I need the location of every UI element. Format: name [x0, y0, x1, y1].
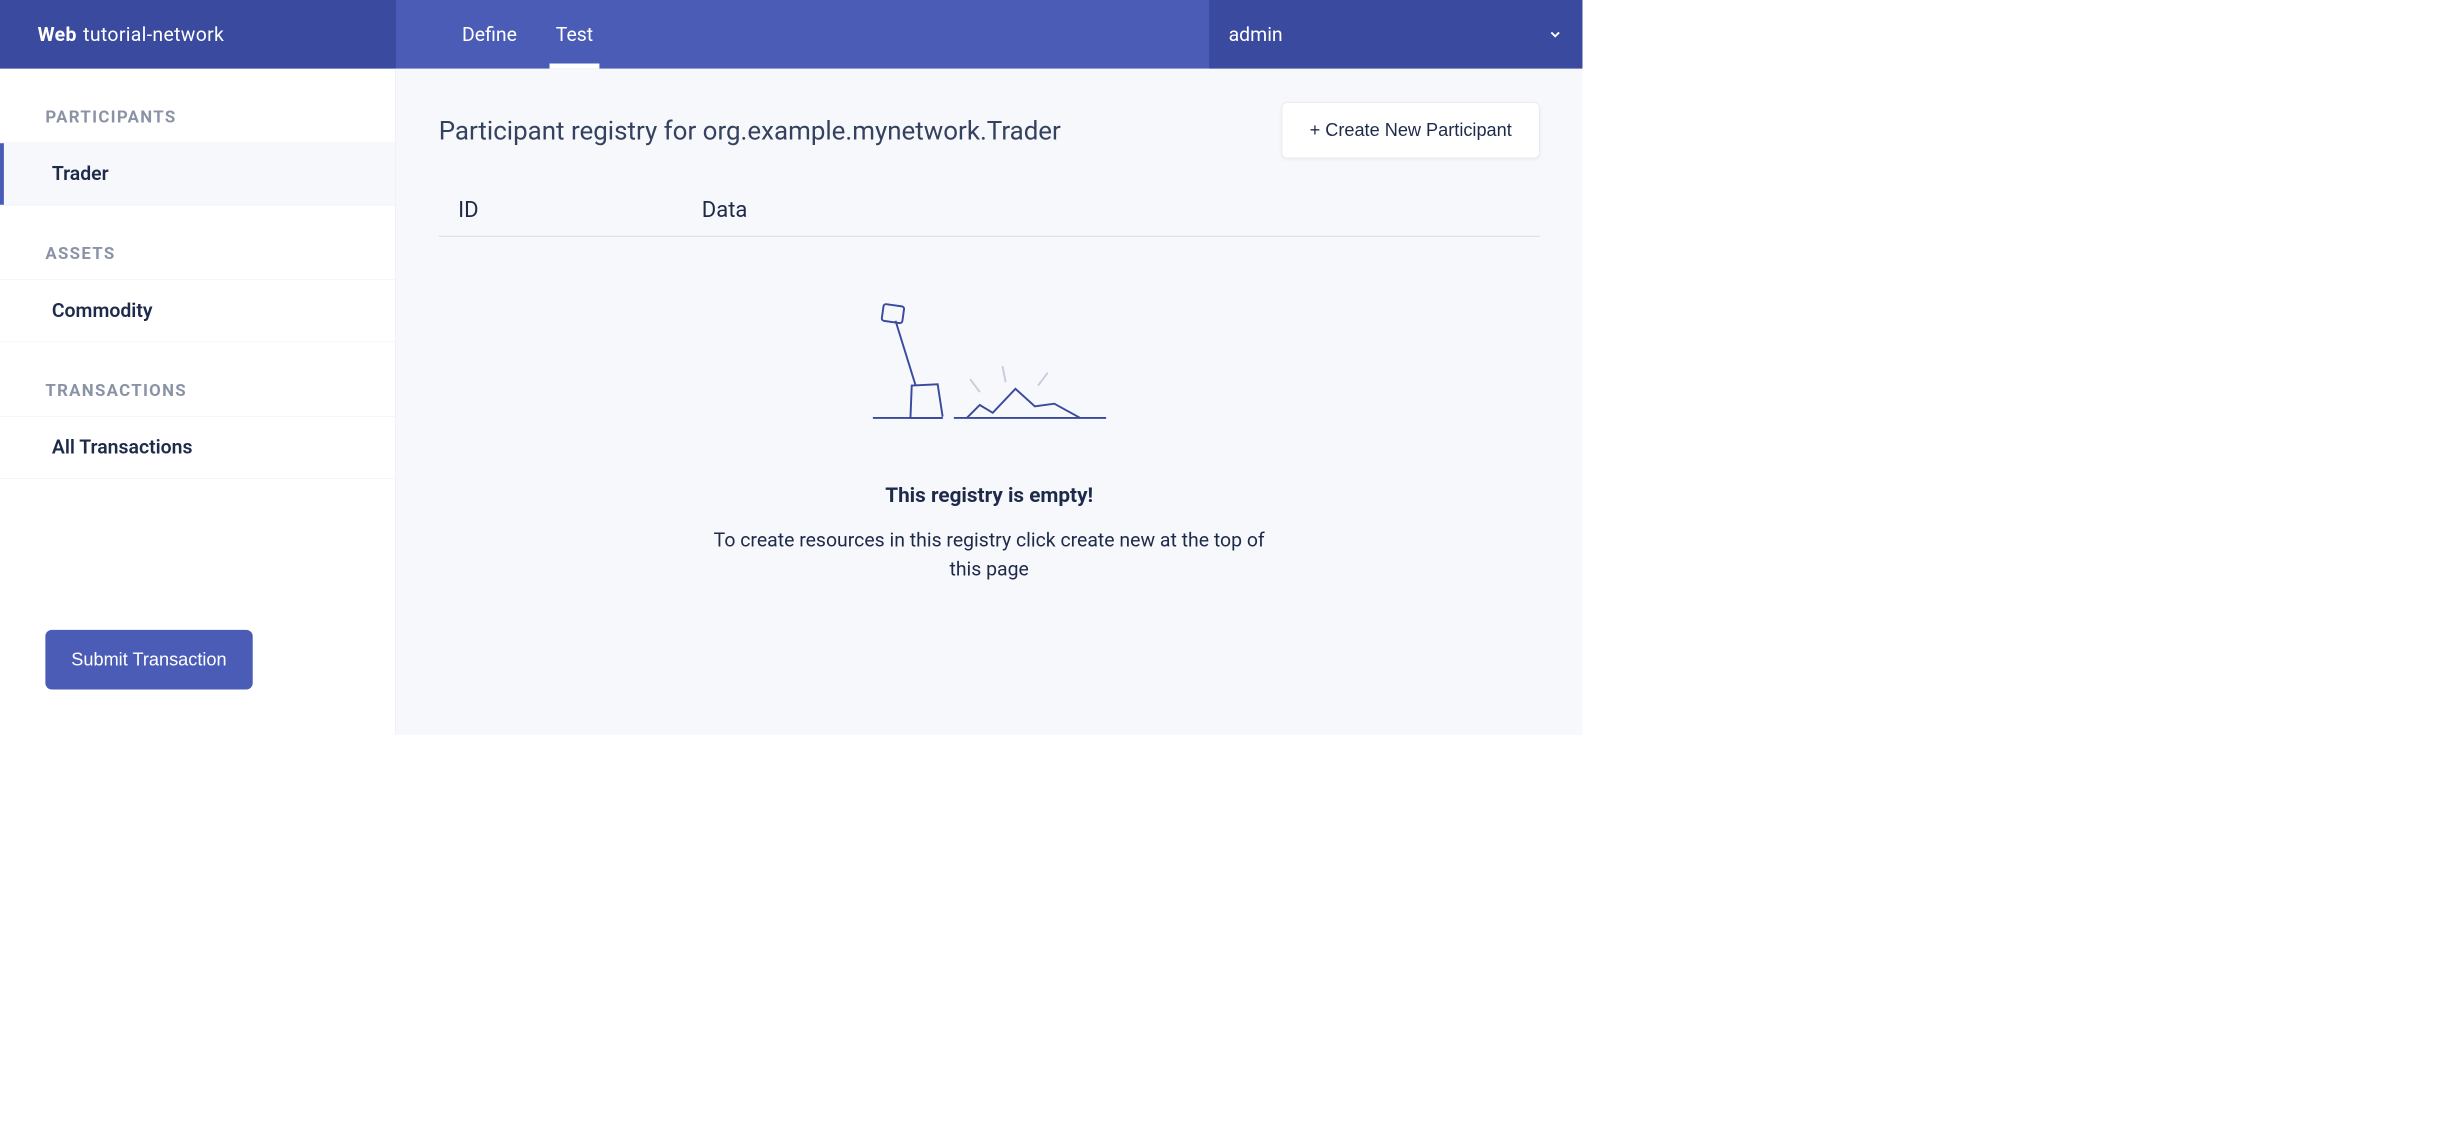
tab-label: Test — [556, 23, 593, 46]
brand-prefix: Web — [38, 23, 77, 46]
tab-define[interactable]: Define — [456, 0, 524, 69]
column-id: ID — [439, 197, 702, 223]
chevron-down-icon — [1547, 27, 1563, 43]
button-label: + Create New Participant — [1310, 120, 1512, 140]
column-data: Data — [702, 197, 1540, 223]
header-tabs: Define Test — [396, 0, 1209, 69]
sidebar-item-commodity[interactable]: Commodity — [0, 280, 395, 342]
section-header-participants: PARTICIPANTS — [0, 69, 395, 144]
sidebar-item-label: All Transactions — [52, 436, 193, 459]
sidebar-item-all-transactions[interactable]: All Transactions — [0, 417, 395, 479]
submit-transaction-button[interactable]: Submit Transaction — [45, 630, 252, 690]
empty-description: To create resources in this registry cli… — [698, 526, 1281, 584]
sidebar-item-label: Commodity — [52, 299, 153, 322]
button-label: Submit Transaction — [71, 649, 226, 669]
main-content: Participant registry for org.example.myn… — [396, 69, 1582, 735]
header: Web tutorial-network Define Test admin — [0, 0, 1582, 69]
brand[interactable]: Web tutorial-network — [0, 0, 396, 69]
sidebar: PARTICIPANTS Trader ASSETS Commodity TRA… — [0, 69, 396, 735]
sidebar-item-label: Trader — [52, 163, 109, 186]
section-header-assets: ASSETS — [0, 205, 395, 280]
table-header: ID Data — [439, 197, 1540, 237]
user-menu[interactable]: admin — [1209, 0, 1582, 69]
create-new-participant-button[interactable]: + Create New Participant — [1282, 102, 1540, 158]
empty-state: This registry is empty! To create resour… — [439, 301, 1540, 584]
user-name: admin — [1229, 23, 1548, 46]
tab-label: Define — [462, 23, 517, 46]
page-title: Participant registry for org.example.myn… — [439, 115, 1282, 145]
tab-test[interactable]: Test — [549, 0, 599, 69]
section-header-transactions: TRANSACTIONS — [0, 342, 395, 417]
sidebar-item-trader[interactable]: Trader — [0, 143, 395, 205]
brand-name: tutorial-network — [83, 23, 224, 46]
empty-title: This registry is empty! — [885, 483, 1093, 508]
empty-shovel-icon — [866, 301, 1112, 431]
